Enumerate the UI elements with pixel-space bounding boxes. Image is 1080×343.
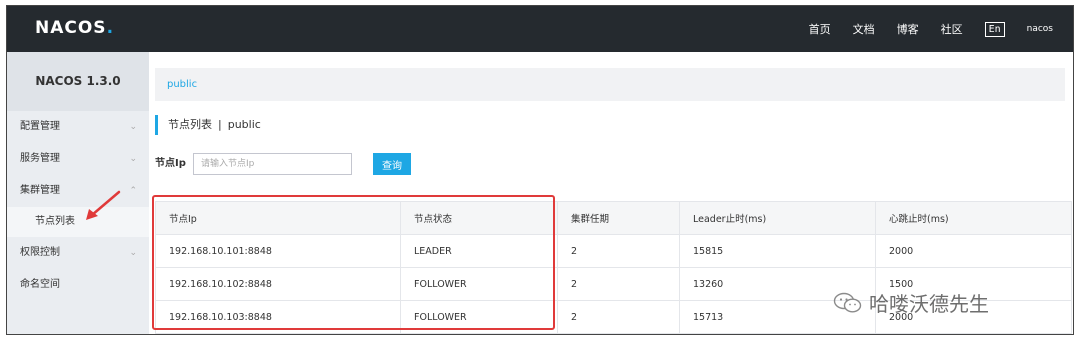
nacos-logo[interactable]: NACOS. [35, 18, 114, 38]
top-navbar: NACOS. 首页 文档 博客 社区 En nacos [7, 6, 1073, 52]
breadcrumb-namespace-link[interactable]: public [167, 79, 197, 90]
column-header-node-ip: 节点Ip [155, 201, 401, 235]
sidebar: NACOS 1.3.0 配置管理 ⌄ 服务管理 ⌄ 集群管理 ⌃ 节点列表 权限… [7, 52, 149, 334]
cell-leader-due: 15815 [679, 234, 876, 268]
sidebar-item-label: 节点列表 [35, 216, 75, 227]
logo-dot: . [106, 18, 115, 38]
cell-node-ip: 192.168.10.102:8848 [155, 267, 401, 301]
cell-cluster-term: 2 [557, 234, 680, 268]
table-header-row: 节点Ip 节点状态 集群任期 Leader止时(ms) 心跳止时(ms) [155, 201, 1072, 235]
sidebar-item-service-management[interactable]: 服务管理 ⌄ [7, 143, 149, 175]
user-menu[interactable]: nacos [1027, 24, 1053, 34]
app-window: NACOS. 首页 文档 博客 社区 En nacos NACOS 1.3.0 … [6, 5, 1074, 335]
red-arrow-annotation [86, 190, 121, 220]
sidebar-item-label: 权限控制 [20, 247, 60, 258]
cell-cluster-term: 2 [557, 267, 680, 301]
logo-text: NACOS [35, 18, 107, 38]
nav-docs[interactable]: 文档 [853, 21, 875, 37]
sidebar-item-label: 配置管理 [20, 121, 60, 132]
sidebar-item-config-management[interactable]: 配置管理 ⌄ [7, 111, 149, 143]
cell-node-state: LEADER [400, 234, 558, 268]
sidebar-item-namespace[interactable]: 命名空间 [7, 269, 149, 301]
nav-blog[interactable]: 博客 [897, 21, 919, 37]
table-row: 192.168.10.101:8848 LEADER 2 15815 2000 [155, 234, 1072, 268]
cell-node-state: FOLLOWER [400, 267, 558, 301]
watermark: 哈喽沃德先生 [833, 288, 989, 317]
sidebar-item-label: 服务管理 [20, 153, 60, 164]
page-title-text: 节点列表 [168, 118, 212, 131]
breadcrumb: public [155, 68, 1065, 101]
page-title-namespace: public [227, 118, 261, 131]
nav-community[interactable]: 社区 [941, 21, 963, 37]
title-separator: | [218, 118, 222, 131]
node-ip-filter-label: 节点Ip [155, 158, 186, 169]
query-button[interactable]: 查询 [373, 153, 411, 175]
language-switch-button[interactable]: En [984, 21, 1005, 37]
sidebar-item-label: 集群管理 [20, 185, 60, 196]
column-header-cluster-term: 集群任期 [557, 201, 680, 235]
page-title: 节点列表 | public [155, 115, 261, 135]
sidebar-title: NACOS 1.3.0 [7, 52, 149, 111]
chevron-up-icon: ⌃ [129, 186, 137, 196]
cell-heartbeat-due: 2000 [875, 234, 1072, 268]
chevron-down-icon: ⌄ [129, 122, 137, 132]
chevron-down-icon: ⌄ [129, 154, 137, 164]
node-ip-search-input[interactable] [193, 153, 352, 175]
cell-node-state: FOLLOWER [400, 300, 558, 334]
cell-cluster-term: 2 [557, 300, 680, 334]
wechat-icon [833, 292, 862, 313]
cell-node-ip: 192.168.10.103:8848 [155, 300, 401, 334]
sidebar-item-cluster-management[interactable]: 集群管理 ⌃ [7, 175, 149, 207]
nav-home[interactable]: 首页 [809, 21, 831, 37]
chevron-down-icon: ⌄ [129, 248, 137, 258]
sidebar-item-node-list[interactable]: 节点列表 [7, 207, 149, 237]
cell-node-ip: 192.168.10.101:8848 [155, 234, 401, 268]
sidebar-item-access-control[interactable]: 权限控制 ⌄ [7, 237, 149, 269]
column-header-leader-due: Leader止时(ms) [679, 201, 876, 235]
sidebar-item-label: 命名空间 [20, 279, 60, 290]
column-header-heartbeat-due: 心跳止时(ms) [875, 201, 1072, 235]
watermark-text: 哈喽沃德先生 [869, 292, 989, 316]
top-nav: 首页 文档 博客 社区 En nacos [809, 6, 1073, 52]
column-header-node-state: 节点状态 [400, 201, 558, 235]
